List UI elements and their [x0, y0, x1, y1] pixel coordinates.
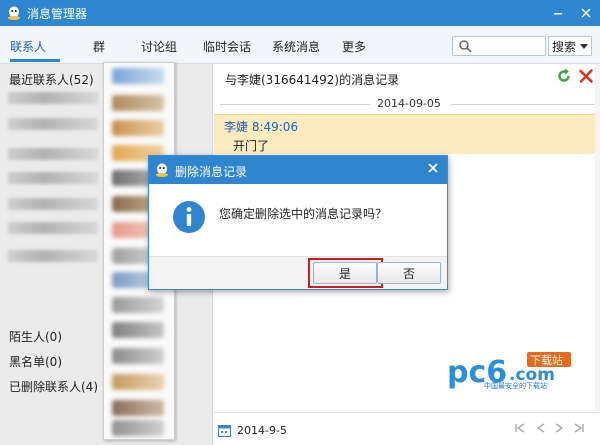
avatar [112, 420, 164, 436]
blurred-contact[interactable] [8, 92, 98, 104]
tab-system-messages[interactable]: 系统消息 [272, 38, 320, 55]
blurred-contact[interactable] [8, 148, 98, 160]
blacklist-group[interactable]: 黑名单(0) [9, 353, 62, 370]
avatar [112, 297, 164, 313]
no-button[interactable]: 否 [377, 262, 441, 284]
refresh-icon[interactable] [556, 68, 572, 87]
avatar [112, 374, 164, 390]
date-picker-value[interactable]: 2014-9-5 [237, 424, 287, 437]
message-sender: 李婕 8:49:06 [224, 120, 299, 134]
delete-icon[interactable] [578, 68, 594, 87]
yes-button-label: 是 [338, 266, 351, 281]
close-icon[interactable] [572, 0, 600, 26]
no-button-label: 否 [402, 266, 415, 281]
tab-discussions[interactable]: 讨论组 [141, 38, 177, 55]
avatar [112, 322, 164, 338]
search-input[interactable] [452, 36, 546, 56]
date-separator-label: 2014-09-05 [377, 97, 441, 110]
last-page-icon[interactable] [573, 422, 585, 437]
info-icon [172, 200, 206, 237]
search-button[interactable]: 搜索 [548, 36, 592, 56]
svg-text:下载站: 下载站 [530, 353, 563, 367]
minimize-icon[interactable] [544, 0, 572, 26]
chevron-down-icon [580, 44, 588, 49]
tab-groups[interactable]: 群 [93, 38, 105, 55]
delete-confirm-dialog: 删除消息记录 您确定删除选中的消息记录吗？ 是 否 [148, 155, 448, 290]
qq-icon [6, 5, 22, 21]
blurred-contact[interactable] [8, 172, 98, 184]
tab-temp-sessions[interactable]: 临时会话 [203, 38, 251, 55]
first-page-icon[interactable] [514, 422, 526, 437]
title-bar: 消息管理器 [0, 0, 600, 26]
watermark-slogan: 中国最安全的下载站 [484, 382, 547, 390]
strangers-group[interactable]: 陌生人(0) [9, 328, 62, 345]
blurred-contact[interactable] [8, 198, 98, 210]
active-tab-indicator [10, 59, 60, 62]
scrollbar[interactable] [595, 64, 600, 412]
blurred-contact[interactable] [8, 118, 98, 130]
tab-more[interactable]: 更多 [342, 38, 366, 55]
next-page-icon[interactable] [553, 422, 565, 437]
dialog-message: 您确定删除选中的消息记录吗？ [219, 207, 388, 221]
recent-contacts[interactable]: 最近联系人(52) [9, 71, 94, 88]
message-text: 开门了 [233, 139, 270, 153]
yes-button[interactable]: 是 [313, 262, 377, 284]
avatar [112, 68, 164, 84]
window-title: 消息管理器 [27, 6, 88, 21]
previous-page-icon[interactable] [535, 422, 547, 437]
avatar [112, 95, 164, 111]
dialog-title-bar: 删除消息记录 [149, 156, 447, 184]
avatar [112, 348, 164, 364]
avatar [112, 120, 164, 136]
avatar [112, 400, 164, 416]
search-button-label: 搜索 [552, 39, 577, 54]
dialog-title: 删除消息记录 [175, 165, 248, 179]
search-icon [458, 39, 472, 56]
tab-contacts[interactable]: 联系人 [10, 38, 46, 55]
qq-icon [154, 162, 170, 181]
calendar-icon[interactable] [218, 424, 231, 440]
blurred-contact[interactable] [8, 222, 98, 234]
deleted-contacts-group[interactable]: 已删除联系人(4) [9, 378, 98, 395]
close-icon[interactable] [427, 162, 439, 177]
blurred-contact[interactable] [8, 250, 98, 262]
record-header: 与李婕(316641492)的消息记录 [225, 73, 400, 87]
